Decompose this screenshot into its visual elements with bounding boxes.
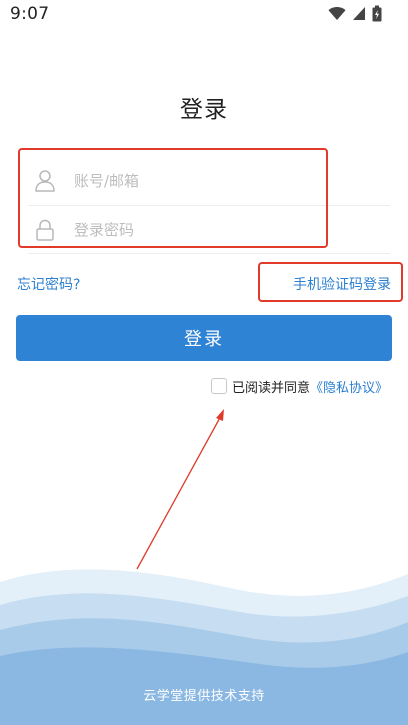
sms-login-link[interactable]: 手机验证码登录 [293,274,391,294]
battery-icon [372,5,382,21]
account-field[interactable] [28,158,390,204]
agreement-text: 已阅读并同意 [231,380,310,396]
status-time: 9:07 [10,4,50,24]
login-button[interactable]: 登录 [16,315,392,361]
user-icon [35,170,55,192]
status-bar: 9:07 [0,0,408,28]
footer-text: 云学堂提供技术支持 [143,689,265,704]
signal-icon [353,6,365,20]
password-input[interactable] [74,216,374,244]
privacy-policy-link[interactable]: 《隐私协议》 [310,377,388,396]
agreement-checkbox[interactable] [210,378,227,394]
field-bottom-line [28,253,390,254]
field-divider [28,205,390,206]
lock-icon [36,219,54,241]
status-icons [328,4,382,22]
account-input[interactable] [74,167,374,195]
page-title: 登录 [180,97,228,123]
wifi-icon [328,6,346,20]
agreement-row: 已阅读并同意 《隐私协议》 [210,376,388,396]
forgot-password-link[interactable]: 忘记密码? [17,274,80,294]
password-field[interactable] [28,207,390,253]
